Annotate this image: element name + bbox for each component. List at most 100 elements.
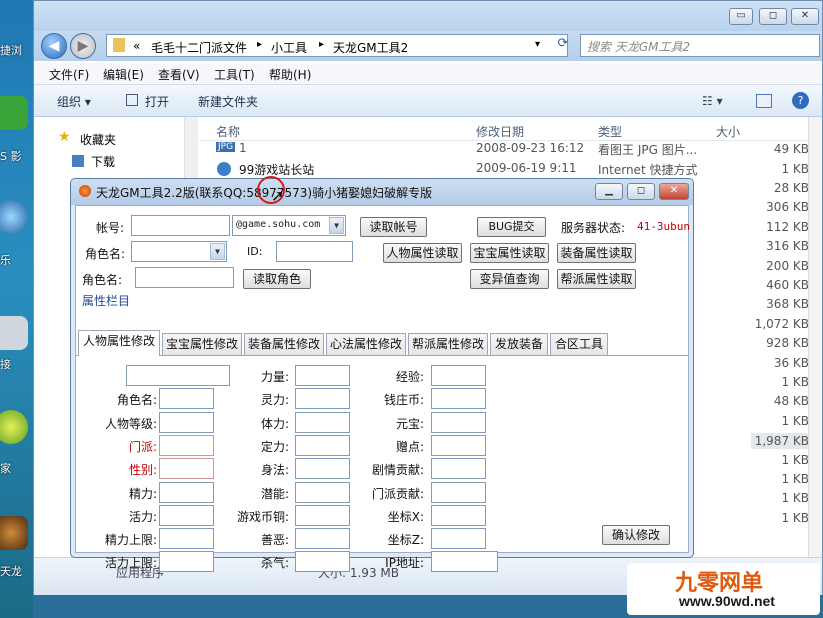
gm-minimize-button[interactable]: ▁ xyxy=(595,183,623,200)
form-input[interactable] xyxy=(431,458,486,480)
form-input[interactable] xyxy=(159,388,214,410)
form-input[interactable] xyxy=(295,528,350,550)
desktop-label: 天龙 xyxy=(0,565,22,578)
guild-attr-read-button[interactable]: 帮派属性读取 xyxy=(557,269,636,289)
variation-query-button[interactable]: 变异值查询 xyxy=(470,269,549,289)
email-domain-select[interactable]: @game.sohu.com ▼ xyxy=(232,215,346,236)
form-input[interactable] xyxy=(295,458,350,480)
tab-pet-attr[interactable]: 宝宝属性修改 xyxy=(162,333,242,355)
form-input[interactable] xyxy=(431,551,498,573)
tab-char-attr[interactable]: 人物属性修改 xyxy=(78,330,160,356)
form-input[interactable] xyxy=(431,411,486,433)
form-input[interactable] xyxy=(431,481,486,503)
organize-button[interactable]: 组织 ▾ xyxy=(57,93,91,110)
back-button[interactable]: ◀ xyxy=(41,33,67,59)
help-icon[interactable]: ? xyxy=(792,92,809,109)
id-input[interactable] xyxy=(276,241,353,262)
address-box[interactable]: « 毛毛十二门派文件 ▸ 小工具 ▸ 天龙GM工具2 ▾ xyxy=(106,34,568,57)
form-input[interactable] xyxy=(159,458,214,480)
form-input[interactable] xyxy=(295,481,350,503)
tab-guild-attr[interactable]: 帮派属性修改 xyxy=(408,333,488,355)
breadcrumb-item[interactable]: 毛毛十二门派文件 xyxy=(151,39,247,56)
pet-attr-read-button[interactable]: 宝宝属性读取 xyxy=(470,243,549,263)
form-input[interactable] xyxy=(159,434,214,456)
tab-xinfa-attr[interactable]: 心法属性修改 xyxy=(326,333,406,355)
form-input[interactable] xyxy=(126,365,230,386)
new-folder-button[interactable]: 新建文件夹 xyxy=(198,93,258,110)
file-name: 99游戏站长站 xyxy=(239,163,315,177)
tab-merge-tool[interactable]: 合区工具 xyxy=(550,333,608,355)
form-input[interactable] xyxy=(159,481,214,503)
form-input[interactable] xyxy=(295,365,350,386)
form-label: 元宝: xyxy=(395,416,424,431)
column-date[interactable]: 修改日期 xyxy=(476,123,524,140)
char-attr-read-button[interactable]: 人物属性读取 xyxy=(383,243,462,263)
desktop-label: S 影 xyxy=(0,150,22,163)
form-input[interactable] xyxy=(431,528,486,550)
menu-tools[interactable]: 工具(T) xyxy=(214,66,255,83)
forward-button[interactable]: ▶ xyxy=(70,33,96,59)
tab-issue-equip[interactable]: 发放装备 xyxy=(490,333,548,355)
open-button[interactable]: 打开 xyxy=(145,93,169,110)
gm-title-bar: 天龙GM工具2.2版(联系QQ:58977573)骑小猪娶媳妇破解专版 ▁ ◻ … xyxy=(71,179,693,205)
equip-attr-read-button[interactable]: 装备属性读取 xyxy=(557,243,636,263)
app-icon[interactable] xyxy=(0,410,28,444)
file-type: 看图王 JPG 图片... xyxy=(598,143,698,157)
form-input[interactable] xyxy=(295,551,350,573)
breadcrumb-item[interactable]: 小工具 xyxy=(271,39,307,56)
confirm-modify-button[interactable]: 确认修改 xyxy=(602,525,670,545)
tab-equip-attr[interactable]: 装备属性修改 xyxy=(244,333,324,355)
app-icon[interactable] xyxy=(0,96,28,130)
gm-close-button[interactable]: ✕ xyxy=(659,183,689,200)
form-input[interactable] xyxy=(159,528,214,550)
form-input[interactable] xyxy=(295,388,350,410)
form-input[interactable] xyxy=(431,365,486,386)
file-row[interactable]: JPG 1 2008-09-23 16:12 看图王 JPG 图片... 49 … xyxy=(199,139,809,161)
menu-file[interactable]: 文件(F) xyxy=(49,66,89,83)
form-input[interactable] xyxy=(431,504,486,526)
nav-favorites[interactable]: 收藏夹 xyxy=(80,131,116,148)
form-input[interactable] xyxy=(295,434,350,456)
column-header: 名称 修改日期 类型 大小 xyxy=(199,117,822,141)
read-role-button[interactable]: 读取角色 xyxy=(243,269,311,289)
file-type: Internet 快捷方式 xyxy=(598,163,698,177)
column-size[interactable]: 大小 xyxy=(716,123,740,140)
view-options-icon[interactable]: ☷ ▾ xyxy=(702,94,723,108)
breadcrumb-prefix[interactable]: « xyxy=(133,39,140,53)
role-name-select[interactable]: ▼ xyxy=(131,241,227,262)
form-input[interactable] xyxy=(159,504,214,526)
address-bar-row: ◀ ▶ « 毛毛十二门派文件 ▸ 小工具 ▸ 天龙GM工具2 ▾ ⟳ 搜索 天龙… xyxy=(34,31,822,81)
form-input[interactable] xyxy=(431,434,486,456)
nav-downloads[interactable]: 下载 xyxy=(91,153,115,170)
search-input[interactable]: 搜索 天龙GM工具2 xyxy=(580,34,820,57)
role-name-input[interactable] xyxy=(135,267,234,288)
menu-view[interactable]: 查看(V) xyxy=(158,66,200,83)
internet-shortcut-icon xyxy=(217,162,231,176)
breadcrumb-item[interactable]: 天龙GM工具2 xyxy=(333,39,408,56)
form-input[interactable] xyxy=(159,411,214,433)
media-icon[interactable] xyxy=(0,200,28,234)
form-input[interactable] xyxy=(159,551,214,573)
read-account-button[interactable]: 读取帐号 xyxy=(360,217,427,237)
network-icon[interactable] xyxy=(0,316,28,350)
desktop-label: 家 xyxy=(0,462,11,475)
minimize-button[interactable]: ▭ xyxy=(729,8,753,25)
menu-edit[interactable]: 编辑(E) xyxy=(103,66,144,83)
form-input[interactable] xyxy=(431,388,486,410)
maximize-button[interactable]: ◻ xyxy=(759,8,787,25)
form-input[interactable] xyxy=(295,411,350,433)
form-input[interactable] xyxy=(295,504,350,526)
refresh-icon[interactable]: ⟳ xyxy=(552,36,574,56)
bug-submit-button[interactable]: BUG提交 xyxy=(477,217,546,237)
game-icon[interactable] xyxy=(0,516,28,550)
account-input[interactable] xyxy=(131,215,230,236)
file-list-scrollbar[interactable] xyxy=(808,117,822,557)
menu-help[interactable]: 帮助(H) xyxy=(269,66,311,83)
preview-pane-icon[interactable] xyxy=(756,94,772,108)
gm-maximize-button[interactable]: ◻ xyxy=(627,183,655,200)
close-button[interactable]: ✕ xyxy=(791,8,819,25)
column-name[interactable]: 名称 xyxy=(216,123,240,140)
chevron-down-icon[interactable]: ▾ xyxy=(535,39,540,50)
jpg-icon: JPG xyxy=(216,142,236,152)
column-type[interactable]: 类型 xyxy=(598,123,622,140)
